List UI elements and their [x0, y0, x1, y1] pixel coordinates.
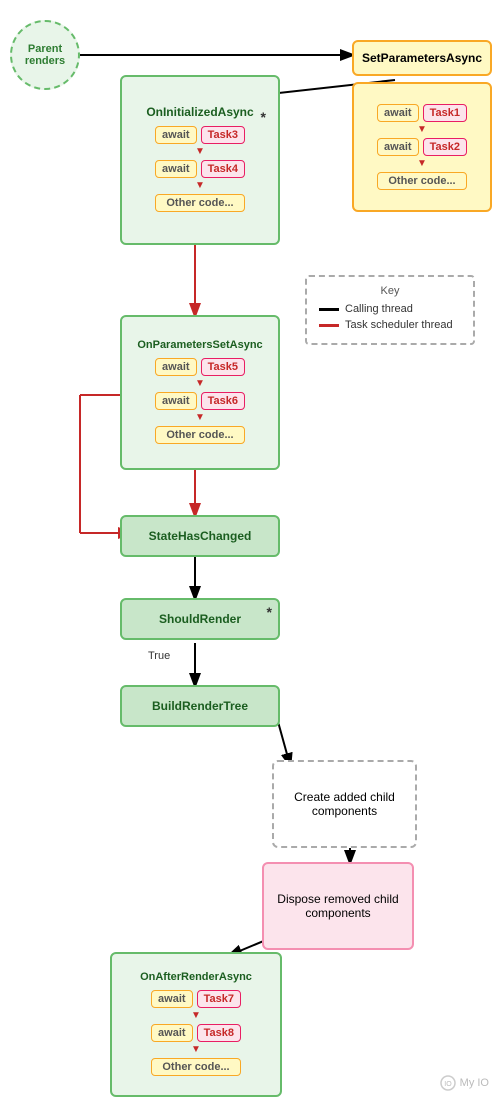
set-parameters-async-node: SetParametersAsync	[352, 40, 492, 76]
on-initialized-async-node: OnInitializedAsync * await Task3 ▼ await…	[120, 75, 280, 245]
other-code-set: Other code...	[377, 172, 466, 190]
calling-thread-line	[319, 308, 339, 311]
watermark-icon: IO	[440, 1075, 456, 1091]
svg-text:IO: IO	[444, 1081, 452, 1088]
arrow-t1: ▼	[417, 125, 427, 135]
other-code-init: Other code...	[155, 194, 244, 212]
key-title: Key	[319, 285, 461, 297]
await-task5-row: await Task5	[155, 358, 245, 376]
state-has-changed-node: StateHasChanged	[120, 515, 280, 557]
await-task4-row: await Task4	[155, 160, 245, 178]
arrow-t4: ▼	[195, 181, 205, 191]
create-added-node: Create added child components	[272, 760, 417, 848]
should-render-node: ShouldRender *	[120, 598, 280, 640]
other-code-params: Other code...	[155, 426, 244, 444]
true-label: True	[148, 650, 170, 662]
diagram-container: Parent renders SetParametersAsync await …	[0, 0, 501, 1101]
arrow-t6: ▼	[195, 413, 205, 423]
await-task7-row: await Task7	[151, 990, 241, 1008]
on-after-render-async-node: OnAfterRenderAsync await Task7 ▼ await T…	[110, 952, 282, 1097]
on-parameters-set-async-node: OnParametersSetAsync await Task5 ▼ await…	[120, 315, 280, 470]
arrow-t7: ▼	[191, 1011, 201, 1021]
await-task1-row: await Task1	[377, 104, 467, 122]
build-render-tree-node: BuildRenderTree	[120, 685, 280, 727]
await-task2-row: await Task2	[377, 138, 467, 156]
parent-renders-node: Parent renders	[10, 20, 80, 90]
key-box: Key Calling thread Task scheduler thread	[305, 275, 475, 345]
await-task6-row: await Task6	[155, 392, 245, 410]
task-scheduler-line	[319, 324, 339, 327]
dispose-removed-node: Dispose removed child components	[262, 862, 414, 950]
await-task3-row: await Task3	[155, 126, 245, 144]
arrow-t5: ▼	[195, 379, 205, 389]
set-parameters-async-inner: await Task1 ▼ await Task2 ▼ Other code..…	[352, 82, 492, 212]
watermark: IO My IO	[440, 1075, 489, 1091]
key-task-scheduler-thread: Task scheduler thread	[319, 319, 461, 331]
arrow-t3: ▼	[195, 147, 205, 157]
arrow-t2: ▼	[417, 159, 427, 169]
key-calling-thread: Calling thread	[319, 303, 461, 315]
arrow-t8: ▼	[191, 1045, 201, 1055]
await-task8-row: await Task8	[151, 1024, 241, 1042]
other-code-after: Other code...	[151, 1058, 240, 1076]
